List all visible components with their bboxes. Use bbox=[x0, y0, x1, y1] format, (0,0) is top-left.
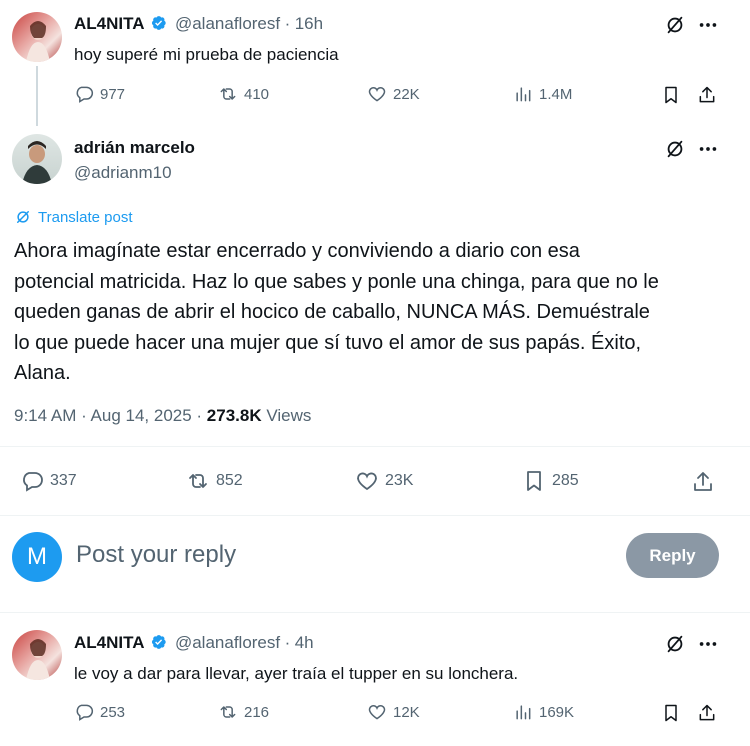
repost-button[interactable]: 410 bbox=[218, 84, 269, 104]
repost-button[interactable]: 852 bbox=[186, 469, 243, 493]
author-handle[interactable]: @alanafloresf bbox=[175, 633, 280, 652]
author-handle[interactable]: @adrianm10 bbox=[74, 163, 172, 183]
like-count: 12K bbox=[393, 703, 420, 721]
like-button[interactable]: 12K bbox=[367, 702, 420, 722]
repost-icon bbox=[220, 88, 236, 100]
author-name[interactable]: adrián marcelo bbox=[74, 138, 195, 158]
share-icon bbox=[699, 86, 715, 103]
tweet-text: le voy a dar para llevar, ayer traía el … bbox=[74, 664, 519, 683]
tweet-text: hoy superé mi prueba de paciencia bbox=[74, 45, 339, 64]
like-button[interactable]: 23K bbox=[355, 469, 413, 493]
reply-icon bbox=[76, 86, 94, 103]
divider bbox=[0, 612, 750, 613]
like-button[interactable]: 22K bbox=[367, 84, 420, 104]
repost-count: 216 bbox=[244, 703, 270, 721]
repost-icon bbox=[189, 474, 207, 488]
bookmark-icon bbox=[665, 86, 677, 104]
repost-count: 410 bbox=[244, 85, 270, 103]
reply-button[interactable]: 337 bbox=[20, 469, 77, 493]
views-button[interactable]: 1.4M bbox=[513, 84, 572, 104]
views-count: 1.4M bbox=[539, 85, 573, 103]
grok-icon[interactable] bbox=[664, 14, 686, 36]
tweet-time[interactable]: 4h bbox=[295, 633, 314, 652]
timestamp[interactable]: 9:14 AM · Aug 14, 2025 · bbox=[14, 406, 207, 425]
bookmark-button[interactable] bbox=[660, 84, 682, 106]
divider bbox=[0, 515, 750, 516]
more-icon[interactable] bbox=[697, 633, 719, 655]
text-line: Alana. bbox=[14, 362, 71, 384]
bookmark-button[interactable]: 285 bbox=[522, 469, 579, 493]
tweet-timestamp: 9:14 AM · Aug 14, 2025 · 273.8K Views bbox=[14, 406, 311, 426]
reply-icon bbox=[76, 704, 94, 721]
views-label: Views bbox=[261, 406, 312, 425]
main-tweet-text: Ahora imagínate estar encerrado y conviv… bbox=[14, 236, 659, 389]
avatar-image bbox=[26, 21, 50, 62]
like-icon bbox=[368, 704, 386, 720]
avatar-image bbox=[26, 639, 50, 680]
avatar[interactable] bbox=[12, 134, 62, 184]
thread-line bbox=[36, 66, 38, 126]
avatar: M bbox=[12, 532, 62, 582]
grok-icon[interactable] bbox=[664, 138, 686, 160]
translate-post-link[interactable]: Translate post bbox=[14, 208, 133, 226]
reply-count: 977 bbox=[100, 85, 126, 103]
share-icon bbox=[694, 472, 712, 491]
text-line: queden ganas de abrir el hocico de cabal… bbox=[14, 301, 650, 323]
views-icon bbox=[516, 705, 531, 720]
share-button[interactable] bbox=[696, 702, 718, 724]
views-button[interactable]: 169K bbox=[513, 702, 574, 722]
divider bbox=[0, 446, 750, 447]
tweet-time[interactable]: 16h bbox=[295, 14, 323, 33]
bookmark-button[interactable] bbox=[660, 702, 682, 724]
translate-icon bbox=[17, 211, 29, 223]
like-icon bbox=[368, 86, 386, 102]
reply-count: 337 bbox=[50, 472, 77, 489]
text-line: Ahora imagínate estar encerrado y conviv… bbox=[14, 240, 580, 262]
tweet-header: AL4NITA @alanafloresf · 16h bbox=[74, 14, 323, 34]
more-icon[interactable] bbox=[697, 14, 719, 36]
bookmark-icon bbox=[665, 704, 677, 722]
like-count: 22K bbox=[393, 85, 420, 103]
author-handle[interactable]: @alanafloresf bbox=[175, 14, 280, 33]
avatar-letter: M bbox=[27, 543, 47, 570]
author-name[interactable]: AL4NITA bbox=[74, 14, 145, 33]
separator: · bbox=[284, 14, 291, 33]
views-count: 169K bbox=[539, 703, 575, 721]
avatar-image bbox=[22, 141, 52, 184]
separator: · bbox=[284, 633, 291, 652]
translate-post-label: Translate post bbox=[38, 208, 133, 226]
author-name[interactable]: AL4NITA bbox=[74, 633, 145, 652]
text-line: lo que puede hacer una mujer que sí tuvo… bbox=[14, 331, 642, 354]
bookmark-icon bbox=[527, 471, 541, 491]
reply-button[interactable]: 253 bbox=[74, 702, 125, 722]
grok-icon[interactable] bbox=[664, 633, 686, 655]
reply-count: 253 bbox=[100, 703, 126, 721]
repost-button[interactable]: 216 bbox=[218, 702, 269, 722]
repost-count: 852 bbox=[216, 472, 243, 489]
share-icon bbox=[699, 704, 715, 721]
share-button[interactable] bbox=[690, 469, 716, 495]
like-icon bbox=[357, 472, 377, 491]
reply-button-label: Reply bbox=[649, 545, 696, 565]
more-icon[interactable] bbox=[697, 138, 719, 160]
verified-icon bbox=[151, 16, 166, 30]
avatar[interactable] bbox=[12, 630, 62, 680]
avatar[interactable] bbox=[12, 12, 62, 62]
repost-icon bbox=[220, 706, 236, 718]
reply-icon bbox=[23, 472, 43, 492]
view-count: 273.8K bbox=[206, 406, 262, 425]
bookmark-count: 285 bbox=[552, 472, 579, 489]
text-line: potencial matricida. Haz lo que sabes y … bbox=[14, 270, 659, 293]
views-icon bbox=[516, 87, 531, 102]
like-count: 23K bbox=[385, 472, 414, 489]
verified-icon bbox=[151, 635, 166, 649]
share-button[interactable] bbox=[696, 84, 718, 106]
reply-input[interactable]: Post your reply bbox=[76, 541, 236, 569]
reply-submit-button[interactable]: Reply bbox=[626, 533, 719, 578]
reply-button[interactable]: 977 bbox=[74, 84, 125, 104]
tweet-header: AL4NITA @alanafloresf · 4h bbox=[74, 633, 314, 653]
